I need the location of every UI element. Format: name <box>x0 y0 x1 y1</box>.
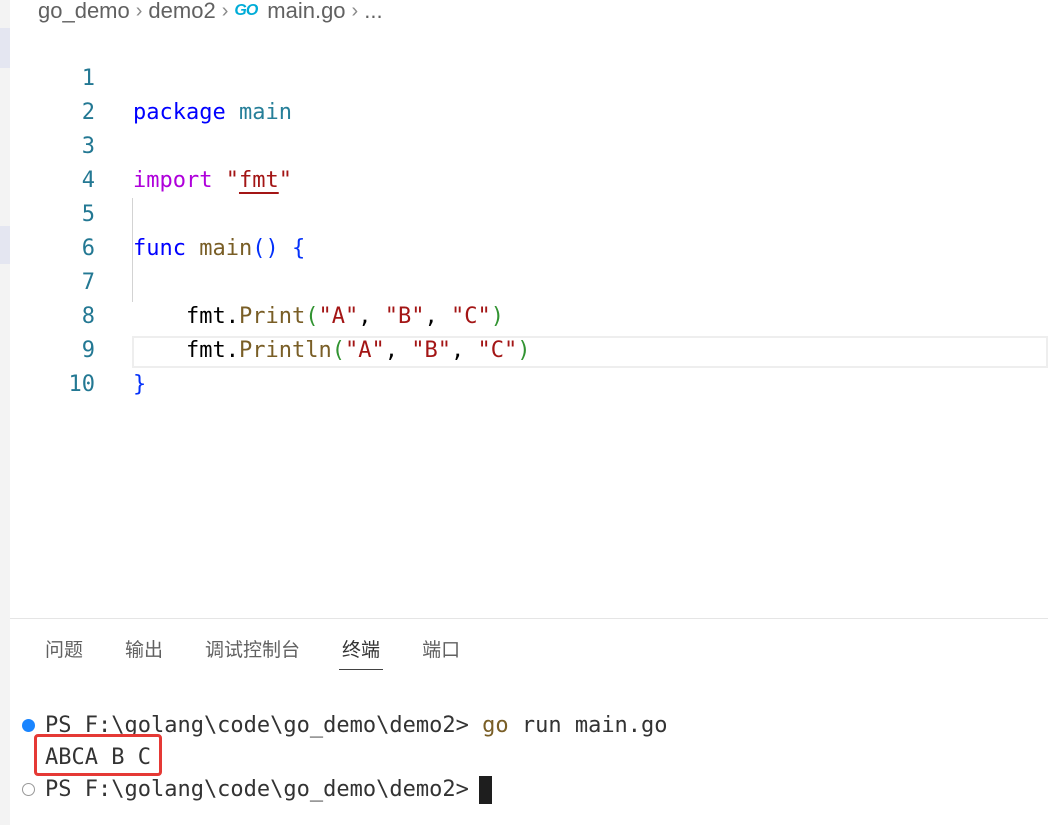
code-line[interactable]: 4 <box>10 130 1048 193</box>
code-editor[interactable]: 1 package main 2 3 import "fmt" 4 5 func… <box>10 28 1048 618</box>
code-line[interactable]: 7 fmt.Print("A", "B", "C") <box>10 232 1048 329</box>
output-highlight-box <box>34 734 162 776</box>
command-pending-dot-icon <box>22 783 35 796</box>
line-number: 10 <box>68 372 96 397</box>
code-line[interactable]: 2 <box>10 62 1048 125</box>
panel-divider <box>10 618 1048 619</box>
strip-highlight <box>0 226 10 264</box>
code-line[interactable]: 1 package main <box>10 28 1048 125</box>
code-line[interactable]: 6 <box>10 198 1048 261</box>
code-line[interactable]: 5 func main() { <box>10 164 1048 261</box>
terminal-args: run main.go <box>521 713 668 738</box>
code-line[interactable]: 10 <box>10 334 1048 397</box>
tab-problems[interactable]: 问题 <box>45 636 83 670</box>
chevron-right-icon: › <box>221 0 229 22</box>
command-success-dot-icon <box>22 719 35 732</box>
tab-ports[interactable]: 端口 <box>422 636 460 670</box>
chevron-right-icon: › <box>135 0 143 22</box>
code-line[interactable]: 3 import "fmt" <box>10 96 1048 193</box>
brace: } <box>133 372 147 397</box>
breadcrumb-item-demo2[interactable]: demo2 <box>148 0 215 24</box>
code-line[interactable]: 9 } <box>10 300 1048 397</box>
tab-terminal[interactable]: 终端 <box>339 636 384 670</box>
breadcrumb-item-more[interactable]: ... <box>364 0 382 24</box>
strip-highlight <box>0 28 10 68</box>
chevron-right-icon: › <box>351 0 359 22</box>
terminal-cursor <box>478 776 492 804</box>
breadcrumb-item-main-go[interactable]: main.go <box>267 0 345 24</box>
tab-debug-console[interactable]: 调试控制台 <box>205 636 300 670</box>
terminal-prompt: PS F:\golang\code\go_demo\demo2> <box>45 777 469 802</box>
breadcrumb: go_demo › demo2 › GO main.go › ... <box>38 0 383 26</box>
breadcrumb-item-go-demo[interactable]: go_demo <box>38 0 130 24</box>
go-file-icon: GO <box>234 2 258 19</box>
terminal-line: PS F:\golang\code\go_demo\demo2> <box>45 774 492 806</box>
tab-output[interactable]: 输出 <box>125 636 163 670</box>
code-line[interactable]: 8 fmt.Println("A", "B", "C") <box>10 266 1048 363</box>
activity-strip <box>0 0 10 825</box>
panel-tabs: 问题 输出 调试控制台 终端 端口 <box>45 636 502 670</box>
terminal-command: go <box>482 713 509 738</box>
